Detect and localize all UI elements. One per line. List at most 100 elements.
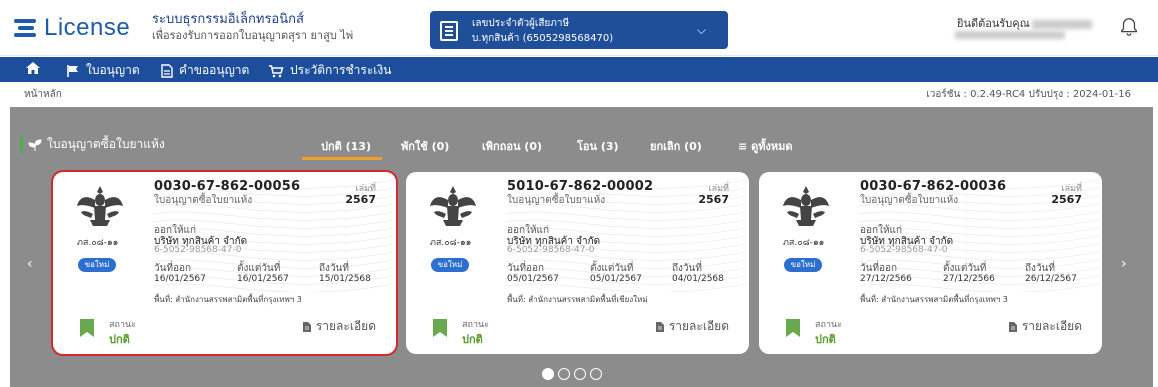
- start-date: 16/01/2567: [237, 274, 289, 284]
- tax-id: 6-5052-98568-47-0: [154, 245, 242, 255]
- logo-text: License: [44, 14, 131, 41]
- section-accent-bar: [20, 136, 23, 153]
- taxpayer-selector[interactable]: เลขประจำตัวผู้เสียภาษี บ.ทุกสินค้า (6505…: [430, 11, 728, 49]
- top-header: License ระบบธุรกรรมอิเล็กทรอนิกส์ เพื่อร…: [0, 0, 1158, 56]
- start-date: 27/12/2566: [943, 274, 995, 284]
- book-value: 2567: [345, 193, 376, 206]
- carousel-pagination: [542, 368, 602, 380]
- system-title-block: ระบบธุรกรรมอิเล็กทรอนิกส์ เพื่อรองรับการ…: [152, 12, 353, 44]
- end-date: 15/01/2568: [319, 274, 371, 284]
- bookmark-icon: [786, 319, 800, 337]
- tax-label: เลขประจำตัวผู้เสียภาษี: [472, 18, 570, 29]
- welcome-label: ยินดีต้อนรับคุณ: [957, 17, 1030, 30]
- carousel-dot[interactable]: [574, 368, 586, 380]
- nav-license-label: ใบอนุญาต: [86, 63, 140, 77]
- logo-mark-icon: [14, 17, 40, 39]
- nav-home[interactable]: [25, 61, 41, 75]
- detail-button[interactable]: รายละเอียด: [1008, 317, 1082, 336]
- carousel-prev-button[interactable]: ‹: [27, 256, 33, 272]
- garuda-emblem-icon: [75, 184, 125, 230]
- license-code: 5010-67-862-00002: [507, 179, 654, 194]
- book-value: 2567: [698, 193, 729, 206]
- system-subtitle: เพื่อรองรับการออกใบอนุญาตสุรา ยาสูบ ไพ่: [152, 29, 354, 42]
- section-title-label: ใบอนุญาตซื้อใบยาแห้ง: [47, 137, 165, 151]
- breadcrumb-home[interactable]: หน้าหลัก: [24, 87, 62, 102]
- carousel-next-button[interactable]: ›: [1121, 256, 1127, 272]
- detail-label: รายละเอียด: [315, 319, 376, 333]
- tab-cancelled[interactable]: ยกเลิก (0): [650, 137, 702, 155]
- breadcrumb-bar: หน้าหลัก เวอร์ชัน : 0.2.49-RC4 ปรับปรุง …: [0, 82, 1158, 106]
- issue-date: 05/01/2567: [507, 274, 559, 284]
- status-value: ปกติ: [462, 333, 483, 346]
- user-email-blurred: [955, 31, 1065, 39]
- tab-transferred[interactable]: โอน (3): [577, 137, 619, 155]
- home-icon: [26, 62, 40, 74]
- license-type: ใบอนุญาตซื้อใบยาแห้ง: [154, 195, 253, 206]
- form-code: ภส.๐๘-๑๑: [77, 238, 119, 248]
- welcome-text: ยินดีต้อนรับคุณ: [957, 14, 1092, 32]
- flag-icon: [67, 64, 78, 77]
- user-name-blurred: [1031, 19, 1092, 29]
- list-icon: ≡: [738, 140, 748, 153]
- license-type: ใบอนุญาตซื้อใบยาแห้ง: [507, 195, 606, 206]
- garuda-emblem-icon: [781, 184, 831, 230]
- main-nav: ใบอนุญาต คำขออนุญาต ประวัติการชำระเงิน: [0, 57, 1158, 82]
- office-area: พื้นที่: สำนักงานสรรพสามิตพื้นที่กรุงเทพ…: [154, 295, 302, 304]
- garuda-emblem-icon: [428, 184, 478, 230]
- chevron-down-icon: ⌵: [696, 23, 706, 37]
- office-area: พื้นที่: สำนักงานสรรพสามิตพื้นที่เชียงให…: [507, 295, 648, 304]
- book-value: 2567: [1051, 193, 1082, 206]
- license-type: ใบอนุญาตซื้อใบยาแห้ง: [860, 195, 959, 206]
- status-value: ปกติ: [815, 333, 836, 346]
- end-date: 04/01/2568: [672, 274, 724, 284]
- tab-revoked[interactable]: เพิกถอน (0): [482, 137, 542, 155]
- license-logo[interactable]: License: [14, 12, 130, 44]
- license-card[interactable]: 0030-67-862-00056 ใบอนุญาตซื้อใบยาแห้ง เล่…: [51, 170, 398, 356]
- license-code: 0030-67-862-00056: [154, 179, 301, 194]
- carousel-dot[interactable]: [558, 368, 570, 380]
- tax-id: 6-5052-98568-47-0: [860, 245, 948, 255]
- nav-requests[interactable]: คำขออนุญาต: [161, 61, 249, 80]
- end-date: 26/12/2567: [1025, 274, 1077, 284]
- request-type-badge: ขอใหม่: [784, 258, 822, 272]
- issue-date: 27/12/2566: [860, 274, 912, 284]
- status-value: ปกติ: [109, 333, 130, 346]
- carousel-dot[interactable]: [542, 368, 554, 380]
- request-type-badge: ขอใหม่: [431, 258, 469, 272]
- file-icon: [302, 321, 311, 332]
- detail-label: รายละเอียด: [668, 319, 729, 333]
- leaf-icon: [28, 138, 42, 151]
- license-card[interactable]: 0030-67-862-00036 ใบอนุญาตซื้อใบยาแห้ง เล่…: [759, 172, 1102, 354]
- tab-normal[interactable]: ปกติ (13): [321, 137, 371, 155]
- nav-payments-label: ประวัติการชำระเงิน: [290, 63, 392, 77]
- license-code: 0030-67-862-00036: [860, 179, 1007, 194]
- building-icon: [440, 21, 458, 41]
- carousel-dot[interactable]: [590, 368, 602, 380]
- status-label: สถานะ: [462, 320, 489, 330]
- tax-id: 6-5052-98568-47-0: [507, 245, 595, 255]
- section-title: ใบอนุญาตซื้อใบยาแห้ง: [20, 135, 165, 154]
- document-icon: [161, 63, 173, 78]
- bell-icon[interactable]: [1118, 16, 1140, 38]
- bookmark-icon: [433, 319, 447, 337]
- active-tab-indicator: [302, 157, 382, 160]
- version-text: เวอร์ชัน : 0.2.49-RC4 ปรับปรุง : 2024-01…: [926, 89, 1131, 100]
- nav-license[interactable]: ใบอนุญาต: [66, 61, 140, 80]
- detail-button[interactable]: รายละเอียด: [655, 317, 729, 336]
- file-icon: [1008, 321, 1017, 332]
- tab-all-label: ดูทั้งหมด: [751, 140, 793, 153]
- tab-suspended[interactable]: พักใช้ (0): [401, 137, 449, 155]
- bookmark-icon: [80, 319, 94, 337]
- license-card[interactable]: 5010-67-862-00002 ใบอนุญาตซื้อใบยาแห้ง เล่…: [406, 172, 749, 354]
- nav-requests-label: คำขออนุญาต: [179, 63, 250, 77]
- issue-date: 16/01/2567: [154, 274, 206, 284]
- status-label: สถานะ: [109, 320, 136, 330]
- form-code: ภส.๐๘-๑๑: [430, 238, 472, 248]
- nav-payments[interactable]: ประวัติการชำระเงิน: [268, 61, 391, 80]
- request-type-badge: ขอใหม่: [78, 258, 116, 272]
- system-title: ระบบธุรกรรมอิเล็กทรอนิกส์: [152, 12, 304, 27]
- tab-all[interactable]: ≡ ดูทั้งหมด: [738, 137, 792, 155]
- detail-label: รายละเอียด: [1021, 319, 1082, 333]
- detail-button[interactable]: รายละเอียด: [302, 317, 376, 336]
- tax-value: บ.ทุกสินค้า (6505298568470): [472, 33, 614, 44]
